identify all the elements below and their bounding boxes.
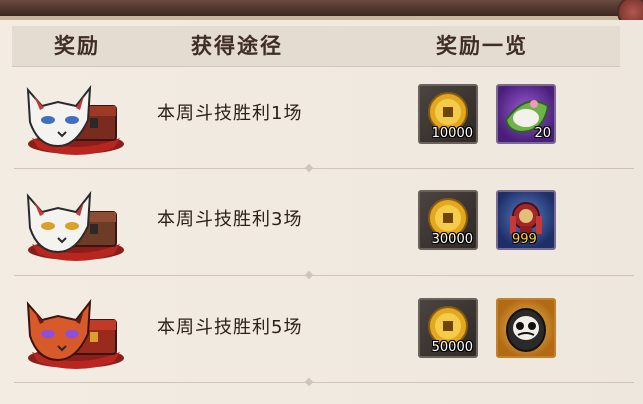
daruma-icon[interactable] [496, 298, 556, 358]
rice-cake-leaf-icon[interactable]: 20 [496, 84, 556, 144]
header-reward-list: 奖励一览 [436, 34, 528, 58]
method-text: 本周斗技胜利1场 [157, 103, 303, 124]
top-frame-bar [0, 0, 643, 16]
table-row: 本周斗技胜利1场 10000 20 [12, 62, 632, 168]
item-count: 50000 [431, 340, 473, 355]
item-count: 10000 [431, 126, 473, 141]
table-row: 本周斗技胜利5场 50000 [12, 276, 632, 382]
method-text: 本周斗技胜利5场 [157, 317, 303, 338]
white-fox-mask-chest-icon[interactable] [18, 76, 128, 158]
gold-coin-icon[interactable]: 50000 [418, 298, 478, 358]
drum-doll-icon[interactable]: 999 [496, 190, 556, 250]
item-count: 30000 [431, 232, 473, 247]
white-fox-mask-chest-icon[interactable] [18, 182, 128, 264]
header-reward: 奖励 [54, 34, 100, 58]
item-count: 999 [512, 232, 537, 247]
gold-coin-icon[interactable]: 10000 [418, 84, 478, 144]
red-fox-mask-chest-icon[interactable] [18, 290, 128, 372]
gold-coin-icon[interactable]: 30000 [418, 190, 478, 250]
method-text: 本周斗技胜利3场 [157, 209, 303, 230]
row-divider [14, 382, 634, 383]
header-method: 获得途径 [191, 34, 283, 58]
table-row: 本周斗技胜利3场 30000 999 [12, 168, 632, 274]
item-count: 20 [534, 126, 551, 141]
table-header: 奖励 获得途径 奖励一览 [12, 26, 620, 67]
